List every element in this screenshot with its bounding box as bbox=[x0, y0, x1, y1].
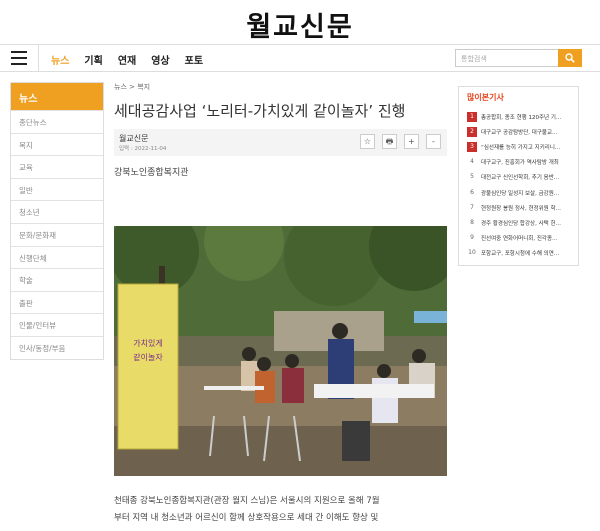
print-icon[interactable]: 🖶 bbox=[382, 134, 397, 149]
rank-badge: 1 bbox=[467, 111, 477, 122]
popular-item[interactable]: 5 대전교구 신인선학회, 추기 음반… bbox=[467, 170, 570, 185]
sidebar-item-youth[interactable]: 청소년 bbox=[11, 200, 103, 223]
breadcrumb: 뉴스 > 복지 bbox=[114, 83, 151, 91]
article-title: 세대공감사업 ‘노리터-가치있게 같이놀자’ 진행 bbox=[114, 102, 406, 120]
popular-item-title[interactable]: 현정원장 봉원 정사, 현정위원 학… bbox=[481, 204, 561, 212]
popular-item-title[interactable]: 광불심인당 일성지 보살, 금강원… bbox=[481, 189, 559, 197]
rank-badge: 2 bbox=[467, 126, 477, 137]
popular-item-title[interactable]: “심선재를 능히 가지고 지키리니… bbox=[481, 143, 560, 151]
nav-item-news[interactable]: 뉴스 bbox=[51, 52, 69, 67]
sidebar-item-groups[interactable]: 신행단체 bbox=[11, 245, 103, 269]
article-meta-bar: 월교신문 입력 : 2022-11-04 ☆ 🖶 + - bbox=[114, 129, 447, 156]
font-increase-button[interactable]: + bbox=[404, 134, 419, 149]
article-subtitle: 강북노인종합복지관 bbox=[114, 168, 189, 178]
search-button[interactable] bbox=[558, 49, 582, 67]
site-logo[interactable]: 월교신문 bbox=[0, 5, 600, 44]
sidebar-title[interactable]: 뉴스 bbox=[11, 83, 103, 110]
sidebar-item-general[interactable]: 일반 bbox=[11, 177, 103, 201]
rank-badge: 9 bbox=[470, 234, 474, 242]
article-body-line: 천태종 강북노인종합복지관(관장 월지 스님)은 서울시의 지원으로 올해 7월 bbox=[114, 496, 380, 506]
nav-item-feature[interactable]: 기획 bbox=[84, 52, 102, 67]
nav-menu: 뉴스 기획 연재 영상 포토 bbox=[51, 52, 203, 67]
rank-badge: 7 bbox=[470, 203, 474, 211]
sidebar-item-order-news[interactable]: 종단뉴스 bbox=[11, 110, 103, 133]
bookmark-star-icon[interactable]: ☆ bbox=[360, 134, 375, 149]
article-tools: ☆ 🖶 + - bbox=[360, 134, 441, 149]
article-date: 입력 : 2022-11-04 bbox=[119, 146, 167, 152]
main-navbar: 뉴스 기획 연재 영상 포토 통합검색 bbox=[0, 44, 600, 72]
popular-item-title[interactable]: 포항교구, 포항시청에 수해 의연… bbox=[481, 249, 559, 257]
article-author: 월교신문 bbox=[119, 134, 149, 143]
rank-badge: 5 bbox=[470, 173, 474, 181]
banner-text-line2: 같이놀자 bbox=[133, 352, 163, 362]
search-input[interactable]: 통합검색 bbox=[455, 49, 559, 67]
article-photo: 가치있게 같이놀자 bbox=[114, 226, 447, 476]
popular-item-title[interactable]: 진선여중 연화어머니회, 진각종… bbox=[481, 234, 558, 242]
article-body: 천태종 강북노인종합복지관(관장 월지 스님)은 서울시의 지원으로 올해 7월… bbox=[114, 493, 447, 527]
popular-title: 많이본기사 bbox=[467, 93, 504, 102]
font-decrease-button[interactable]: - bbox=[426, 134, 441, 149]
article-body-line: 부터 지역 내 청소년과 어르신이 함께 상호작용으로 세대 간 이해도 향상 … bbox=[114, 513, 379, 523]
popular-item[interactable]: 7 현정원장 봉원 정사, 현정위원 학… bbox=[467, 200, 570, 215]
sidebar-item-publishing[interactable]: 출판 bbox=[11, 290, 103, 314]
popular-item-title[interactable]: 대전교구 신인선학회, 추기 음반… bbox=[481, 173, 559, 181]
sidebar-item-welfare[interactable]: 복지 bbox=[11, 132, 103, 156]
popular-articles: 많이본기사 1 총공합회, 종조 현행 120주년 기… 2 대구교구 공감탐방단,… bbox=[458, 86, 579, 266]
sidebar-item-personnel[interactable]: 인사/동정/부음 bbox=[11, 335, 103, 359]
popular-item[interactable]: 2 대구교구 공감탐방단, 대구불교… bbox=[467, 124, 570, 139]
popular-item[interactable]: 6 광불심인당 일성지 보살, 금강원… bbox=[467, 185, 570, 200]
sidebar-item-people[interactable]: 인물/인터뷰 bbox=[11, 313, 103, 336]
search-icon bbox=[565, 53, 575, 63]
popular-item-title[interactable]: 총공합회, 종조 현행 120주년 기… bbox=[481, 113, 561, 121]
popular-item[interactable]: 1 총공합회, 종조 현행 120주년 기… bbox=[467, 109, 570, 124]
banner-text-line1: 가치있게 bbox=[133, 338, 162, 348]
rank-badge: 3 bbox=[467, 141, 477, 152]
popular-item-title[interactable]: 대구교구, 진흥회가 역사탐방 개최 bbox=[481, 158, 559, 166]
popular-item[interactable]: 3 “심선재를 능히 가지고 지키리니… bbox=[467, 139, 570, 154]
rank-badge: 8 bbox=[470, 218, 474, 226]
nav-divider bbox=[38, 45, 39, 72]
rank-badge: 10 bbox=[468, 249, 476, 257]
article-content: 뉴스 > 복지 세대공감사업 ‘노리터-가치있게 같이놀자’ 진행 월교신문 입… bbox=[114, 82, 447, 178]
nav-item-photo[interactable]: 포토 bbox=[185, 52, 203, 67]
sidebar-item-education[interactable]: 교육 bbox=[11, 155, 103, 178]
rank-badge: 6 bbox=[470, 188, 474, 196]
hamburger-menu-icon[interactable] bbox=[11, 51, 27, 65]
rank-badge: 4 bbox=[470, 158, 474, 166]
nav-item-video[interactable]: 영상 bbox=[151, 52, 169, 67]
popular-item[interactable]: 4 대구교구, 진흥회가 역사탐방 개최 bbox=[467, 155, 570, 170]
sidebar-item-academic[interactable]: 학술 bbox=[11, 268, 103, 291]
popular-item[interactable]: 10 포항교구, 포항시청에 수해 의연… bbox=[467, 246, 570, 261]
popular-item-title[interactable]: 경주 황경심인당 합강상, 사택 헌… bbox=[481, 219, 561, 227]
category-sidebar: 뉴스 종단뉴스 복지 교육 일반 청소년 문화/문화재 신행단체 학술 출판 인… bbox=[10, 82, 104, 360]
popular-item[interactable]: 9 진선여중 연화어머니회, 진각종… bbox=[467, 231, 570, 246]
nav-item-series[interactable]: 연재 bbox=[118, 52, 136, 67]
popular-item-title[interactable]: 대구교구 공감탐방단, 대구불교… bbox=[481, 128, 558, 136]
sidebar-item-culture[interactable]: 문화/문화재 bbox=[11, 222, 103, 246]
popular-item[interactable]: 8 경주 황경심인당 합강상, 사택 헌… bbox=[467, 215, 570, 230]
